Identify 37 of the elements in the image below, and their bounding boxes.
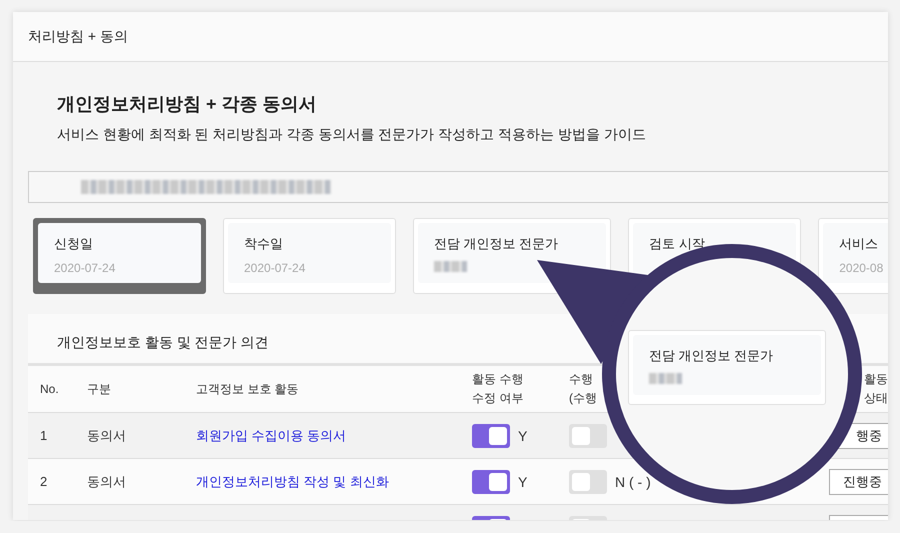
status-select[interactable]: 진행중 — [829, 468, 888, 494]
milestone-card[interactable]: 신청일 2020-07-24 — [33, 218, 206, 294]
milestone-date: 2020-08 — [839, 261, 884, 275]
search-field[interactable] — [28, 171, 888, 203]
activity-link[interactable]: 회원가입 수집이용 동의서 — [196, 426, 346, 446]
milestone-label: 서비스 — [839, 235, 878, 253]
toggle-label: Y — [518, 472, 528, 492]
milestone-date: 2020-07-24 — [244, 261, 306, 275]
milestone-card[interactable]: 착수일 2020-07-24 — [223, 218, 396, 294]
toggle-switch[interactable] — [472, 470, 510, 494]
page-title: 개인정보처리방침 + 각종 동의서 — [57, 93, 318, 116]
column-header: 수행 (수행 — [568, 371, 598, 407]
table-cell-text: 동의서 — [87, 472, 126, 490]
column-header: 활동 상태 — [863, 371, 888, 407]
milestone-label: 전담 개인정보 전문가 — [434, 235, 558, 253]
column-header: 활동 수행 수정 여부 — [471, 371, 524, 407]
column-header: 구분 — [86, 380, 112, 398]
milestone-label: 검토 시작 — [649, 235, 705, 253]
section-title: 개인정보보호 활동 및 전문가 의견 — [57, 333, 269, 352]
toggle-label: N ( - ) — [615, 472, 651, 492]
table-cell-text: 1 — [40, 426, 48, 444]
toggle-label: Y — [518, 426, 528, 446]
toggle-switch[interactable] — [569, 470, 607, 494]
milestone-label: 전담 개인정보 전문가 — [649, 347, 774, 365]
table-cell-text: 동의서 — [87, 426, 126, 444]
window-title: 처리방침 + 동의 — [28, 28, 128, 46]
page-description: 서비스 현황에 최적화 된 처리방침과 각종 동의서를 전문가가 작성하고 적용하는 방법을 가이드 — [57, 125, 647, 144]
activity-link[interactable]: 개인정보처리방침 작성 및 최신화 — [196, 472, 389, 492]
toggle-switch[interactable] — [472, 424, 510, 448]
milestone-label: 신청일 — [54, 235, 93, 253]
milestone-label: 착수일 — [244, 235, 283, 253]
toggle-switch[interactable] — [569, 424, 607, 448]
column-header: 고객정보 보호 활동 — [195, 380, 300, 398]
milestone-date: 2020-07-24 — [54, 261, 116, 275]
column-header: No. — [39, 380, 60, 398]
table-cell-text: 2 — [40, 472, 48, 490]
milestone-card[interactable]: 서비스 2020-08 — [818, 218, 888, 294]
